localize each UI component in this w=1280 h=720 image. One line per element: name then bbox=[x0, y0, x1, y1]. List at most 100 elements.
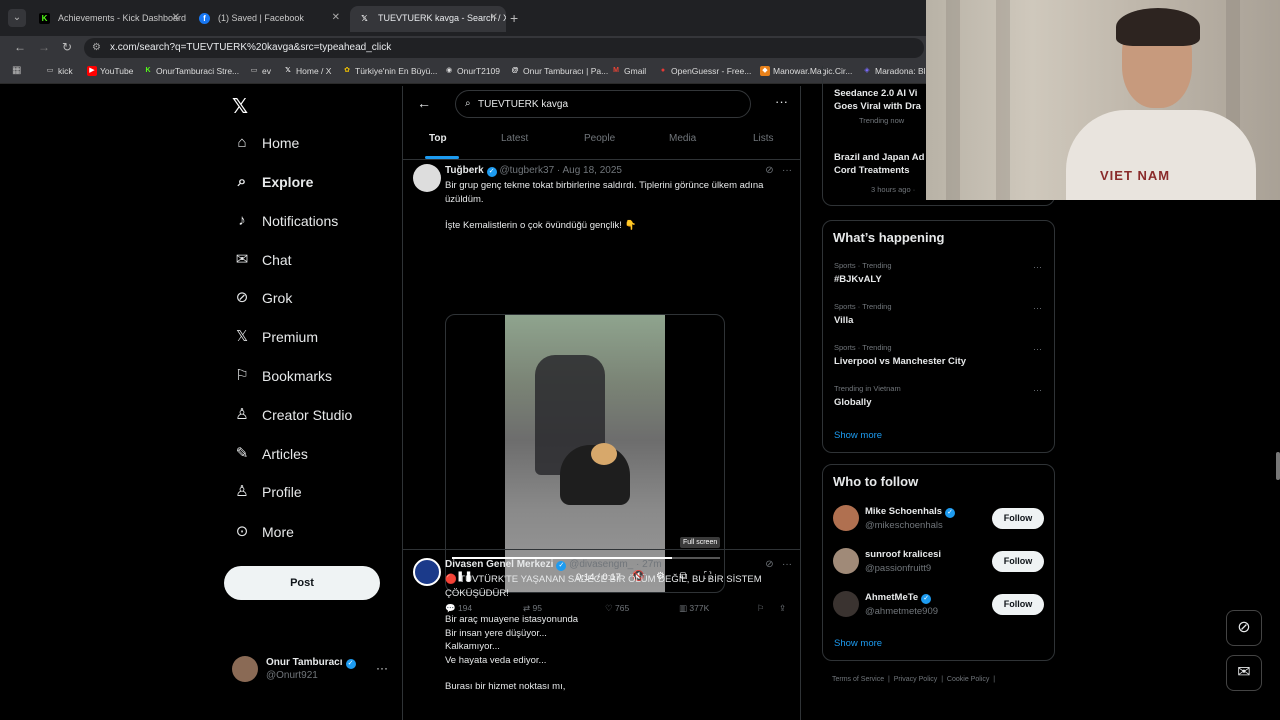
nav-item-grok[interactable]: ⊘ Grok bbox=[232, 284, 293, 314]
more-dots-icon[interactable]: ··· bbox=[1033, 385, 1042, 395]
browser-tab-x-search[interactable]: 𝕏 TUEVTUERK kavga - Search / X ✕ bbox=[350, 6, 506, 32]
bookmark-item[interactable]: M Gmail bbox=[611, 66, 646, 76]
news-item[interactable]: Brazil and Japan Ad Cord Treatments bbox=[834, 152, 924, 177]
news-item[interactable]: Seedance 2.0 AI Vi Goes Viral with Dra bbox=[834, 88, 921, 113]
grok-icon[interactable]: ⊘ bbox=[765, 165, 773, 176]
nav-item-creator-studio[interactable]: ♙ Creator Studio bbox=[232, 401, 352, 431]
nav-item-profile[interactable]: ♙ Profile bbox=[232, 478, 301, 508]
footer-link[interactable]: Privacy Policy bbox=[894, 676, 938, 683]
tab-latest[interactable]: Latest bbox=[501, 133, 528, 144]
tweet-date[interactable]: · 27m bbox=[636, 559, 662, 570]
back-arrow-icon[interactable]: ← bbox=[417, 95, 431, 111]
search-icon: ⌕ bbox=[465, 98, 471, 109]
tab-search-button[interactable]: ⌄ bbox=[8, 9, 26, 27]
show-more-link[interactable]: Show more bbox=[834, 430, 882, 441]
more-dots-icon[interactable]: ··· bbox=[782, 559, 792, 570]
user-name-row[interactable]: AhmetMeTe ✓ bbox=[865, 592, 932, 604]
bookmark-item[interactable]: @ Onur Tamburacı | Pa... bbox=[510, 66, 609, 76]
trend-name[interactable]: Globally bbox=[834, 397, 871, 408]
avatar[interactable] bbox=[833, 591, 859, 617]
tab-top[interactable]: Top bbox=[429, 133, 447, 144]
nav-item-explore[interactable]: ⌕ Explore bbox=[232, 168, 314, 198]
avatar[interactable] bbox=[413, 164, 441, 192]
tweet[interactable]: Tuğberk ✓ @tugberk37 · Aug 18, 2025 ⊘ ···… bbox=[403, 160, 800, 613]
address-bar[interactable]: ⚙ x.com/search?q=TUEVTUERK%20kavga&src=t… bbox=[84, 38, 924, 58]
scrollbar[interactable] bbox=[1276, 452, 1280, 480]
author-name[interactable]: Divasen Genel Merkezi bbox=[445, 559, 553, 570]
nav-item-more[interactable]: ⊙ More bbox=[232, 518, 294, 548]
author-handle[interactable]: @tugberk37 bbox=[500, 165, 555, 176]
nav-item-chat[interactable]: ✉ Chat bbox=[232, 246, 292, 276]
apps-grid-icon[interactable]: ▦ bbox=[12, 65, 21, 76]
bookmark-item[interactable]: ◉ OnurT2109 bbox=[444, 66, 500, 76]
trend-name[interactable]: #BJKvALY bbox=[834, 274, 882, 285]
messages-icon[interactable]: ✉ bbox=[1226, 655, 1262, 691]
bookmark-item[interactable]: 𝕏 Home / X bbox=[283, 66, 331, 76]
close-icon[interactable]: ✕ bbox=[172, 12, 180, 23]
tab-lists[interactable]: Lists bbox=[753, 133, 774, 144]
nav-item-bookmarks[interactable]: ⚐ Bookmarks bbox=[232, 362, 332, 392]
footer-link[interactable]: Cookie Policy bbox=[947, 676, 989, 683]
bookmark-item[interactable]: ● OpenGuessr - Free... bbox=[658, 66, 751, 76]
back-arrow-icon[interactable]: ← bbox=[14, 40, 26, 54]
nav-item-notifications[interactable]: ♪ Notifications bbox=[232, 207, 338, 237]
trend-name[interactable]: Villa bbox=[834, 315, 853, 326]
follow-button[interactable]: Follow bbox=[992, 508, 1044, 529]
bookmark-item[interactable]: ▭ ev bbox=[249, 66, 271, 76]
more-dots-icon[interactable]: ··· bbox=[782, 165, 792, 176]
new-tab-button[interactable]: + bbox=[510, 10, 518, 26]
webcam-person-body bbox=[1066, 110, 1256, 200]
post-button[interactable]: Post bbox=[224, 566, 380, 600]
bookmark-item[interactable]: ✿ Türkiye'nin En Büyü... bbox=[342, 66, 437, 76]
footer-link[interactable]: Terms of Service bbox=[832, 676, 884, 683]
grok-icon[interactable]: ⊘ bbox=[765, 559, 773, 570]
tab-people[interactable]: People bbox=[584, 133, 615, 144]
bookmark-item[interactable]: K OnurTamburaci Stre... bbox=[143, 66, 239, 76]
browser-tab-facebook[interactable]: f (1) Saved | Facebook ✕ bbox=[190, 6, 348, 32]
bookmark-item[interactable]: ▶ YouTube bbox=[87, 66, 133, 76]
bookmark-item[interactable]: ▭ kick bbox=[45, 66, 73, 76]
nav-item-premium[interactable]: 𝕏 Premium bbox=[232, 323, 318, 353]
more-dots-icon[interactable]: ··· bbox=[1033, 262, 1042, 272]
kick-icon: K bbox=[145, 67, 151, 74]
reload-icon[interactable]: ↻ bbox=[62, 40, 72, 54]
nav-item-home[interactable]: ⌂ Home bbox=[232, 129, 299, 159]
bookmark-label: Home / X bbox=[296, 66, 332, 76]
site-info-icon[interactable]: ⚙ bbox=[92, 42, 101, 53]
more-dots-icon[interactable]: ··· bbox=[1033, 344, 1042, 354]
tweet[interactable]: Divasen Genel Merkezi ✓ @divasengm_ · 27m… bbox=[403, 550, 800, 720]
news-meta: 3 hours ago · bbox=[871, 185, 916, 194]
tab-media[interactable]: Media bbox=[669, 133, 696, 144]
more-dots-icon[interactable]: ··· bbox=[775, 94, 788, 109]
tweet-date[interactable]: · Aug 18, 2025 bbox=[557, 165, 622, 176]
trend-name[interactable]: Liverpool vs Manchester City bbox=[834, 356, 966, 367]
tweet-menu: ⊘ ··· bbox=[765, 165, 792, 176]
tweet-text: Kalkamıyor... bbox=[445, 641, 500, 652]
more-dots-icon[interactable]: ··· bbox=[1033, 303, 1042, 313]
follow-button[interactable]: Follow bbox=[992, 594, 1044, 615]
avatar[interactable] bbox=[833, 548, 859, 574]
flask-icon: ♙ bbox=[235, 406, 249, 423]
user-name-row[interactable]: Mike Schoenhals ✓ bbox=[865, 506, 956, 518]
close-icon[interactable]: ✕ bbox=[332, 12, 340, 23]
youtube-icon: ▶ bbox=[87, 66, 97, 76]
account-switcher[interactable]: Onur Tamburacı ✓ @Onurt921 ··· bbox=[230, 652, 396, 686]
user-name[interactable]: sunroof kralicesi bbox=[865, 549, 941, 560]
avatar[interactable] bbox=[413, 558, 441, 586]
browser-tab-kick[interactable]: K Achievements - Kick Dashboard ✕ bbox=[30, 6, 188, 32]
author-name[interactable]: Tuğberk bbox=[445, 165, 484, 176]
search-input[interactable]: ⌕ TUEVTUERK kavga bbox=[455, 90, 751, 118]
footer-links: Terms of Service | Privacy Policy | Cook… bbox=[832, 676, 996, 683]
nav-item-articles[interactable]: ✎ Articles bbox=[232, 440, 308, 470]
news-title: Goes Viral with Dra bbox=[834, 100, 921, 112]
forward-arrow-icon[interactable]: → bbox=[38, 40, 50, 54]
x-logo-icon[interactable]: 𝕏 bbox=[232, 94, 248, 119]
close-icon[interactable]: ✕ bbox=[490, 12, 498, 23]
show-more-link[interactable]: Show more bbox=[834, 638, 882, 649]
follow-button[interactable]: Follow bbox=[992, 551, 1044, 572]
grok-icon[interactable]: ⊘ bbox=[1226, 610, 1262, 646]
more-dots-icon[interactable]: ··· bbox=[376, 661, 388, 675]
verified-badge-icon: ✓ bbox=[345, 659, 356, 669]
avatar[interactable] bbox=[833, 505, 859, 531]
author-handle[interactable]: @divasengm_ bbox=[569, 559, 633, 570]
